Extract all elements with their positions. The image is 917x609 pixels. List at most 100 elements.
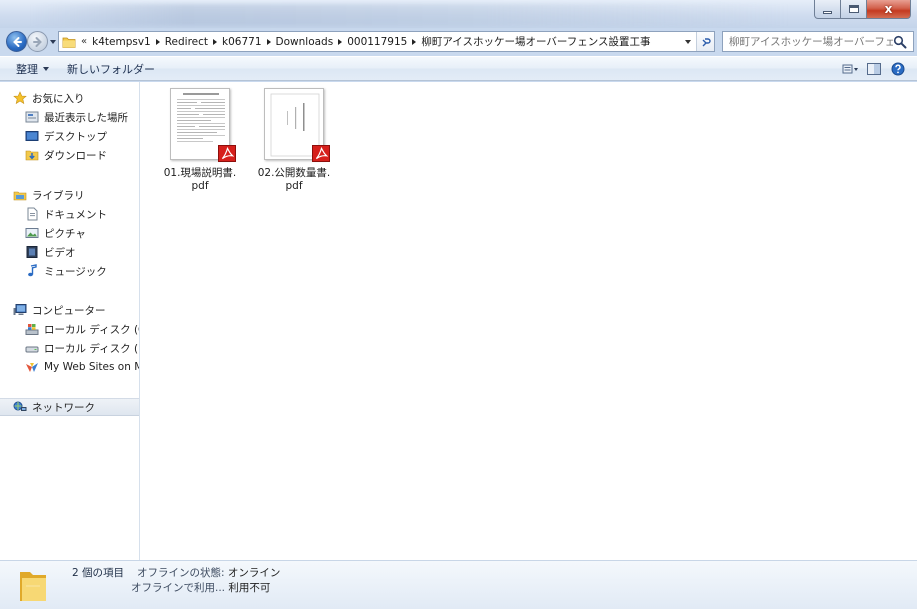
minimize-icon (823, 10, 832, 14)
nav-computer[interactable]: コンピューター (0, 301, 139, 319)
forward-button[interactable] (27, 31, 48, 52)
help-button[interactable] (889, 61, 907, 77)
nav-computer-label: コンピューター (32, 304, 106, 317)
nav-libraries-label: ライブラリ (32, 189, 85, 202)
nav-recent-places[interactable]: 最近表示した場所 (0, 108, 139, 126)
file-item-pdf[interactable]: 02.公開数量書. pdf (249, 88, 339, 193)
nav-documents[interactable]: ドキュメント (0, 205, 139, 223)
new-folder-label: 新しいフォルダー (67, 62, 155, 76)
command-bar: 整理 新しいフォルダー (0, 56, 917, 81)
nav-libraries[interactable]: ライブラリ (0, 186, 139, 204)
help-icon (891, 62, 905, 76)
file-extension: pdf (285, 180, 303, 192)
nav-my-web-sites[interactable]: My Web Sites on MS (0, 358, 139, 376)
breadcrumb-item-000117915[interactable]: 000117915 (347, 36, 407, 48)
pdf-icon (312, 145, 330, 162)
desktop-icon (25, 129, 39, 143)
nav-recent-places-label: 最近表示した場所 (44, 111, 128, 124)
file-name-line: 02.公開数量書. (257, 167, 331, 179)
nav-local-disk-c-label: ローカル ディスク (C (44, 323, 140, 336)
offline-availability-label: オフラインで利用... (131, 582, 226, 594)
file-name: 01.現場説明書. pdf (155, 167, 245, 193)
close-icon: x (884, 2, 893, 16)
change-view-button[interactable] (841, 61, 859, 77)
search-box (722, 31, 914, 52)
breadcrumb-item-k06771[interactable]: k06771 (222, 36, 261, 48)
file-extension: pdf (191, 180, 209, 192)
chevron-down-icon (43, 66, 49, 71)
file-list[interactable]: 01.現場説明書. pdf 02.公開数量書. pdf (141, 82, 917, 560)
offline-availability-value: 利用不可 (228, 582, 271, 594)
navigation-pane: お気に入り 最近表示した場所 デスクトップ ダウンロード ライブラリ ドキュメン… (0, 82, 140, 560)
nav-local-disk-d-label: ローカル ディスク (D (44, 342, 140, 355)
preview-pane-button[interactable] (865, 61, 883, 77)
breadcrumb-item-downloads[interactable]: Downloads (276, 36, 334, 48)
file-thumbnail (257, 88, 331, 164)
picture-icon (25, 226, 39, 240)
pdf-icon (218, 145, 236, 162)
arrow-right-icon (32, 36, 42, 47)
chevron-right-icon[interactable] (208, 38, 222, 45)
nav-music[interactable]: ミュージック (0, 262, 139, 280)
file-name: 02.公開数量書. pdf (249, 167, 339, 193)
computer-icon (13, 303, 27, 317)
recent-places-icon (25, 110, 39, 124)
nav-downloads[interactable]: ダウンロード (0, 146, 139, 164)
chevron-right-icon[interactable] (333, 38, 347, 45)
file-item-pdf[interactable]: 01.現場説明書. pdf (155, 88, 245, 193)
nav-network[interactable]: ネットワーク (0, 398, 139, 416)
breadcrumb-item-k4tempsv1[interactable]: k4tempsv1 (92, 36, 151, 48)
search-icon[interactable] (893, 35, 907, 49)
offline-status: オフラインの状態: オンライン (137, 565, 280, 580)
main-content: お気に入り 最近表示した場所 デスクトップ ダウンロード ライブラリ ドキュメン… (0, 82, 917, 560)
preview-pane-icon (867, 63, 881, 75)
chevron-right-icon[interactable] (262, 38, 276, 45)
system-drive-icon (25, 322, 39, 336)
nav-documents-label: ドキュメント (44, 208, 107, 221)
view-icon (842, 64, 858, 74)
nav-network-label: ネットワーク (32, 401, 95, 414)
organize-button[interactable]: 整理 (16, 57, 49, 80)
file-name-line: 01.現場説明書. (163, 167, 237, 179)
star-icon (13, 91, 27, 105)
downloads-folder-icon (25, 148, 39, 162)
maximize-button[interactable] (841, 0, 867, 19)
back-button[interactable] (6, 31, 27, 52)
chevron-right-icon[interactable] (151, 38, 165, 45)
breadcrumb-item-redirect[interactable]: Redirect (165, 36, 208, 48)
nav-pictures[interactable]: ピクチャ (0, 224, 139, 242)
nav-local-disk-d[interactable]: ローカル ディスク (D (0, 339, 140, 357)
document-icon (25, 207, 39, 221)
chevron-right-icon[interactable] (407, 38, 421, 45)
libraries-icon (13, 188, 27, 202)
search-input[interactable] (723, 32, 893, 51)
refresh-button[interactable] (696, 32, 714, 51)
nav-videos[interactable]: ビデオ (0, 243, 139, 261)
new-folder-button[interactable]: 新しいフォルダー (67, 57, 155, 80)
close-button[interactable]: x (867, 0, 911, 19)
folder-icon (61, 34, 77, 50)
address-bar[interactable]: « k4tempsv1 Redirect k06771 Downloads 00… (58, 31, 715, 52)
offline-status-label: オフラインの状態: (137, 567, 225, 579)
nav-music-label: ミュージック (44, 265, 107, 278)
address-history-dropdown[interactable] (680, 32, 696, 51)
breadcrumb-item-current-folder[interactable]: 柳町アイスホッケー場オーバーフェンス設置工事 (421, 34, 650, 49)
title-bar-glass (30, 4, 790, 26)
drive-icon (25, 341, 39, 355)
nav-desktop[interactable]: デスクトップ (0, 127, 139, 145)
offline-availability: オフラインで利用... 利用不可 (131, 580, 270, 595)
details-pane: 2 個の項目 オフラインの状態: オンライン オフラインで利用... 利用不可 (0, 560, 917, 609)
title-bar[interactable]: x (0, 0, 917, 28)
recent-pages-dropdown-icon[interactable] (49, 38, 57, 46)
video-icon (25, 245, 39, 259)
maximize-icon (848, 5, 859, 13)
nav-favorites-label: お気に入り (32, 92, 85, 105)
nav-favorites[interactable]: お気に入り (0, 89, 139, 107)
nav-pictures-label: ピクチャ (44, 227, 86, 240)
address-overflow-button[interactable]: « (81, 36, 87, 47)
nav-local-disk-c[interactable]: ローカル ディスク (C (0, 320, 140, 338)
nav-videos-label: ビデオ (44, 246, 76, 259)
music-note-icon (25, 264, 39, 278)
nav-desktop-label: デスクトップ (44, 130, 107, 143)
minimize-button[interactable] (814, 0, 841, 19)
